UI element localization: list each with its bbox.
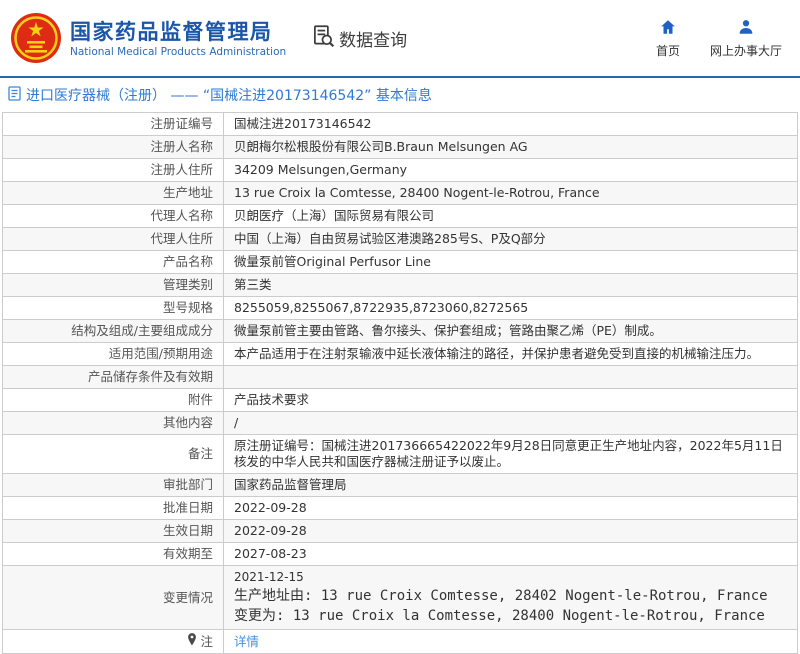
home-icon: [659, 18, 677, 39]
table-row-note: 注 详情: [3, 630, 798, 654]
org-name-en: National Medical Products Administration: [70, 46, 286, 58]
row-value: 原注册证编号：国械注进201736665422022年9月28日同意更正生产地址…: [224, 435, 798, 474]
table-row: 注册人名称 贝朗梅尔松根股份有限公司B.Braun Melsungen AG: [3, 136, 798, 159]
table-row: 型号规格 8255059,8255067,8722935,8723060,827…: [3, 297, 798, 320]
page-icon: [8, 86, 21, 105]
table-row-change-history: 变更情况 2021-12-15 生产地址由: 13 rue Croix Comt…: [3, 566, 798, 630]
row-value: 国家药品监督管理局: [224, 474, 798, 497]
breadcrumb: 进口医疗器械（注册） —— “国械注进20173146542” 基本信息: [0, 78, 800, 112]
nav-item-home-label: 首页: [656, 42, 680, 59]
org-name-zh: 国家药品监督管理局: [70, 19, 286, 45]
table-row: 审批部门 国家药品监督管理局: [3, 474, 798, 497]
row-label: 注册证编号: [3, 113, 224, 136]
row-value: 微量泵前管主要由管路、鲁尔接头、保护套组成；管路由聚乙烯（PE）制成。: [224, 320, 798, 343]
details-link[interactable]: 详情: [234, 634, 259, 649]
change-from: 生产地址由: 13 rue Croix Comtesse, 28402 Noge…: [234, 586, 787, 606]
row-label: 批准日期: [3, 497, 224, 520]
table-row: 注册人住所 34209 Melsungen,Germany: [3, 159, 798, 182]
nav-item-service-hall[interactable]: 网上办事大厅: [710, 18, 782, 59]
person-icon: [737, 18, 755, 39]
row-value: 2022-09-28: [224, 497, 798, 520]
nav-item-service-hall-label: 网上办事大厅: [710, 42, 782, 59]
org-title-block: 国家药品监督管理局 National Medical Products Admi…: [70, 19, 286, 58]
row-value: 国械注进20173146542: [224, 113, 798, 136]
row-label: 型号规格: [3, 297, 224, 320]
row-label: 代理人住所: [3, 228, 224, 251]
row-label: 注册人名称: [3, 136, 224, 159]
row-value-change-history: 2021-12-15 生产地址由: 13 rue Croix Comtesse,…: [224, 566, 798, 630]
top-nav: 首页 网上办事大厅: [656, 18, 782, 59]
row-value: 微量泵前管Original Perfusor Line: [224, 251, 798, 274]
table-row: 适用范围/预期用途 本产品适用于在注射泵输液中延长液体输注的路径，并保护患者避免…: [3, 343, 798, 366]
nav-item-home[interactable]: 首页: [656, 18, 680, 59]
table-row: 其他内容 /: [3, 412, 798, 435]
row-value: 34209 Melsungen,Germany: [224, 159, 798, 182]
row-value: 13 rue Croix la Comtesse, 28400 Nogent-l…: [224, 182, 798, 205]
table-row: 结构及组成/主要组成成分 微量泵前管主要由管路、鲁尔接头、保护套组成；管路由聚乙…: [3, 320, 798, 343]
row-label: 管理类别: [3, 274, 224, 297]
table-row: 备注 原注册证编号：国械注进201736665422022年9月28日同意更正生…: [3, 435, 798, 474]
row-label: 附件: [3, 389, 224, 412]
row-value: 2027-08-23: [224, 543, 798, 566]
table-row: 有效期至 2027-08-23: [3, 543, 798, 566]
row-label: 产品储存条件及有效期: [3, 366, 224, 389]
row-value: /: [224, 412, 798, 435]
table-row: 代理人住所 中国（上海）自由贸易试验区港澳路285号S、P及Q部分: [3, 228, 798, 251]
row-label: 生效日期: [3, 520, 224, 543]
document-search-icon: [310, 23, 336, 53]
row-value: [224, 366, 798, 389]
row-value: 8255059,8255067,8722935,8723060,8272565: [224, 297, 798, 320]
table-row: 产品储存条件及有效期: [3, 366, 798, 389]
table-row: 生效日期 2022-09-28: [3, 520, 798, 543]
row-value: 贝朗医疗（上海）国际贸易有限公司: [224, 205, 798, 228]
row-label: 注册人住所: [3, 159, 224, 182]
row-value: 2022-09-28: [224, 520, 798, 543]
site-header: 国家药品监督管理局 National Medical Products Admi…: [0, 0, 800, 78]
row-value-note: 详情: [224, 630, 798, 654]
table-row: 代理人名称 贝朗医疗（上海）国际贸易有限公司: [3, 205, 798, 228]
national-emblem-logo: [10, 12, 62, 64]
table-row: 生产地址 13 rue Croix la Comtesse, 28400 Nog…: [3, 182, 798, 205]
row-value: 本产品适用于在注射泵输液中延长液体输注的路径，并保护患者避免受到直接的机械输注压…: [224, 343, 798, 366]
row-value: 贝朗梅尔松根股份有限公司B.Braun Melsungen AG: [224, 136, 798, 159]
row-label: 其他内容: [3, 412, 224, 435]
row-value: 中国（上海）自由贸易试验区港澳路285号S、P及Q部分: [224, 228, 798, 251]
data-query-label: 数据查询: [339, 26, 407, 51]
row-label: 有效期至: [3, 543, 224, 566]
breadcrumb-text: 进口医疗器械（注册） —— “国械注进20173146542” 基本信息: [26, 85, 432, 105]
table-row: 产品名称 微量泵前管Original Perfusor Line: [3, 251, 798, 274]
row-label: 备注: [3, 435, 224, 474]
row-label: 结构及组成/主要组成成分: [3, 320, 224, 343]
row-label: 生产地址: [3, 182, 224, 205]
change-date: 2021-12-15: [234, 569, 787, 586]
row-value: 第三类: [224, 274, 798, 297]
table-row: 附件 产品技术要求: [3, 389, 798, 412]
note-label: 注: [200, 634, 213, 650]
table-row: 批准日期 2022-09-28: [3, 497, 798, 520]
row-label: 代理人名称: [3, 205, 224, 228]
change-to: 变更为: 13 rue Croix la Comtesse, 28400 Nog…: [234, 606, 787, 626]
row-value: 产品技术要求: [224, 389, 798, 412]
table-row: 管理类别 第三类: [3, 274, 798, 297]
row-label: 变更情况: [3, 566, 224, 630]
registration-info-table: 注册证编号 国械注进20173146542 注册人名称 贝朗梅尔松根股份有限公司…: [2, 112, 798, 654]
row-label: 审批部门: [3, 474, 224, 497]
table-row: 注册证编号 国械注进20173146542: [3, 113, 798, 136]
row-label: 产品名称: [3, 251, 224, 274]
row-label: 适用范围/预期用途: [3, 343, 224, 366]
pin-icon: [187, 633, 197, 650]
data-query-entry[interactable]: 数据查询: [310, 23, 407, 53]
row-label-note: 注: [3, 630, 224, 654]
